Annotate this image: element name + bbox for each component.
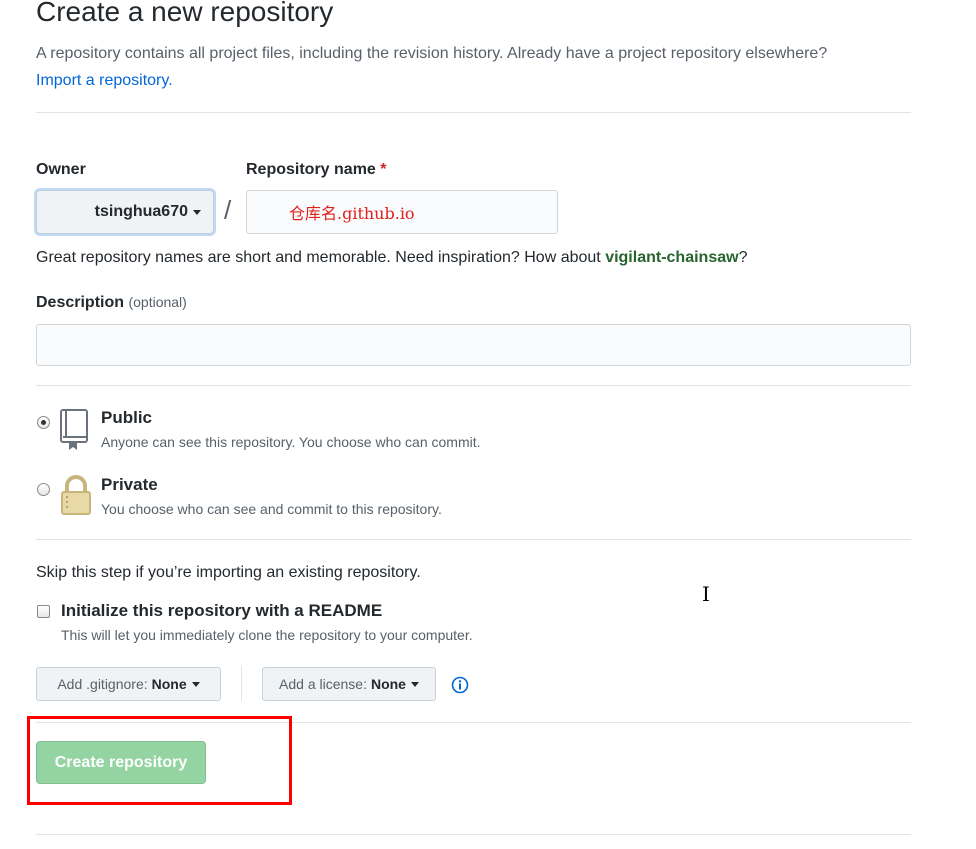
license-select-button[interactable]: Add a license: None: [262, 667, 436, 701]
page-description-text: A repository contains all project files,…: [36, 45, 828, 62]
gitignore-value: None: [151, 676, 187, 692]
gitignore-label: Add .gitignore:: [57, 676, 148, 692]
divider: [36, 112, 911, 113]
page-title: Create a new repository: [36, 0, 334, 27]
readme-note: This will let you immediately clone the …: [61, 627, 473, 643]
repo-book-icon: [60, 409, 88, 450]
text-cursor-icon: I: [702, 582, 710, 606]
import-repository-link[interactable]: Import a repository.: [36, 72, 173, 89]
options-separator: [241, 665, 242, 701]
private-radio[interactable]: [37, 483, 50, 496]
annotation-highlight-box: [27, 716, 292, 805]
description-input[interactable]: [36, 324, 911, 366]
description-label-text: Description: [36, 294, 125, 311]
chevron-down-icon: [191, 681, 200, 687]
license-label: Add a license:: [279, 676, 367, 692]
repo-name-hint: Great repository names are short and mem…: [36, 249, 747, 267]
gitignore-select-button[interactable]: Add .gitignore: None: [36, 667, 221, 701]
chevron-down-icon: [193, 209, 201, 215]
public-radio[interactable]: [37, 416, 50, 429]
divider: [36, 834, 911, 835]
page-description: A repository contains all project files,…: [36, 40, 916, 94]
chevron-down-icon: [410, 681, 419, 687]
divider: [36, 539, 911, 540]
public-title: Public: [101, 408, 153, 427]
required-asterisk: *: [380, 161, 387, 178]
repo-name-label: Repository name *: [246, 161, 387, 179]
owner-select-button[interactable]: tsinghua670: [36, 190, 214, 234]
owner-repo-separator: /: [224, 195, 232, 225]
repo-name-input[interactable]: [246, 190, 558, 234]
public-note: Anyone can see this repository. You choo…: [101, 434, 481, 450]
repo-name-hint-text: Great repository names are short and mem…: [36, 249, 606, 266]
optional-tag: (optional): [128, 294, 187, 310]
description-label: Description (optional): [36, 294, 187, 312]
skip-step-text: Skip this step if you’re importing an ex…: [36, 564, 421, 581]
readme-checkbox[interactable]: [37, 605, 50, 618]
readme-label[interactable]: Initialize this repository with a README: [61, 601, 382, 621]
lock-icon: [61, 475, 91, 515]
license-value: None: [370, 676, 406, 692]
private-title: Private: [101, 475, 158, 494]
info-icon[interactable]: [451, 676, 469, 694]
private-note: You choose who can see and commit to thi…: [101, 501, 442, 517]
divider: [36, 385, 911, 386]
owner-value: tsinghua670: [94, 203, 188, 220]
repo-name-hint-suffix: ?: [738, 249, 748, 266]
owner-label: Owner: [36, 161, 86, 178]
repo-name-label-text: Repository name: [246, 161, 376, 178]
name-suggestion[interactable]: vigilant-chainsaw: [605, 249, 738, 266]
